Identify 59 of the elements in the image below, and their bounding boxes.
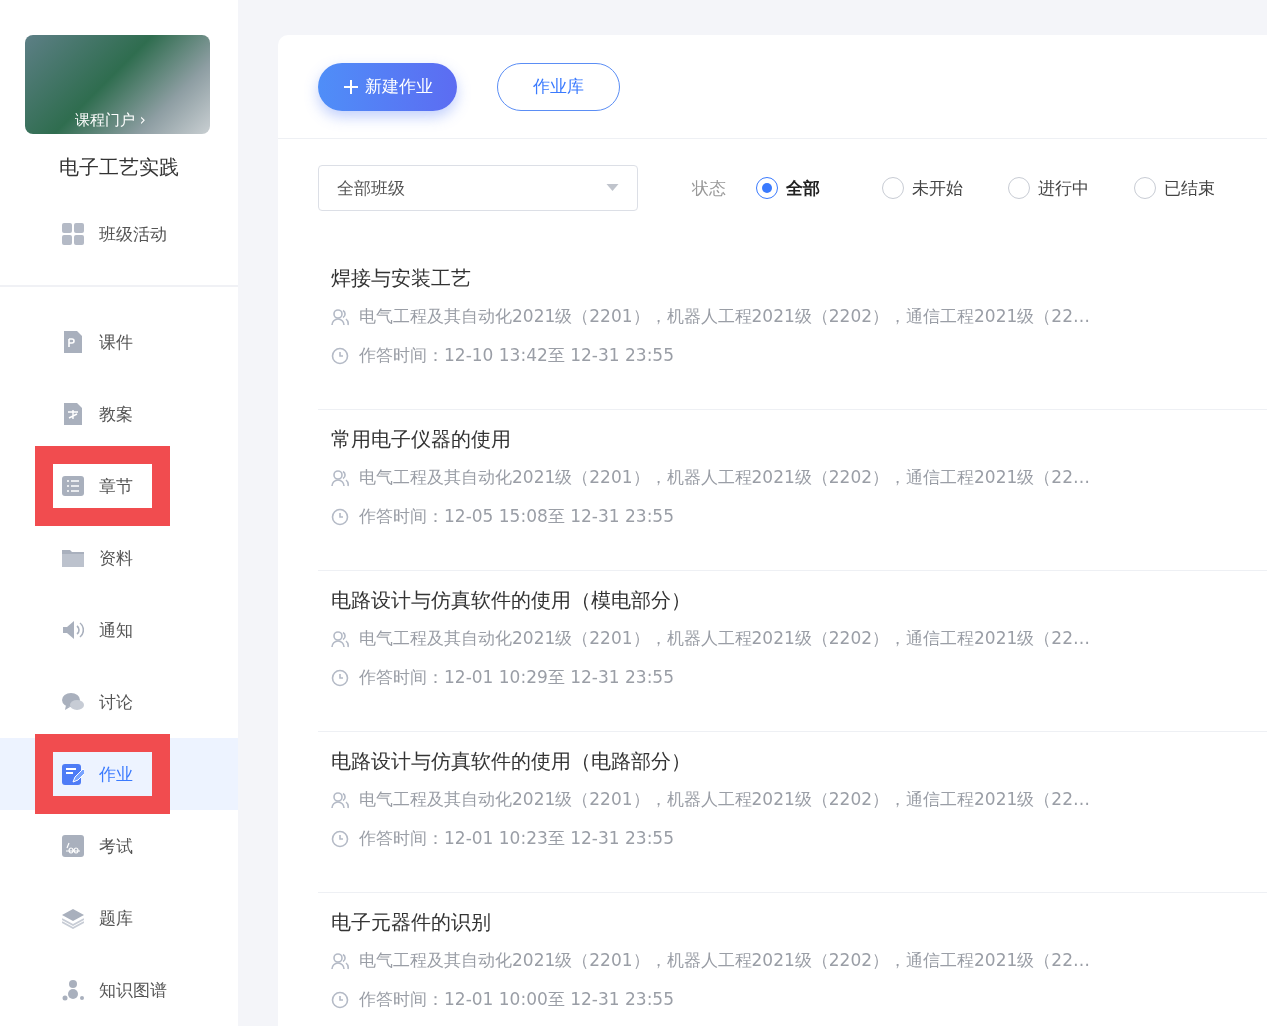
class-list: 电气工程及其自动化2021级（2201），机器人工程2021级（2202），通信工程2021级（22…: [359, 788, 1090, 811]
assignment-title[interactable]: 电路设计与仿真软件的使用（模电部分）: [331, 581, 1267, 619]
sidebar-item[interactable]: 章节: [0, 450, 238, 522]
document-icon: [62, 403, 84, 425]
assignment-title[interactable]: 电路设计与仿真软件的使用（电路部分）: [331, 742, 1267, 780]
course-cover-photo[interactable]: 课程门户 ›: [25, 35, 210, 134]
sidebar-item[interactable]: 讨论: [0, 666, 238, 738]
people-icon: [331, 307, 349, 326]
course-title: 电子工艺实践: [58, 153, 180, 181]
course-portal-link[interactable]: 课程门户 ›: [75, 110, 146, 130]
score-sheet-icon: [62, 835, 84, 857]
document-icon: [62, 331, 84, 353]
sidebar-item[interactable]: 班级活动: [0, 210, 238, 258]
class-list: 电气工程及其自动化2021级（2201），机器人工程2021级（2202），通信工程2021级（22…: [359, 949, 1090, 972]
sidebar-item[interactable]: 考试: [0, 810, 238, 882]
assignment-title[interactable]: 电子元器件的识别: [331, 903, 1267, 941]
answer-time: 作答时间：12-10 13:42至 12-31 23:55: [359, 344, 674, 367]
assignment-title[interactable]: 常用电子仪器的使用: [331, 420, 1267, 458]
class-list: 电气工程及其自动化2021级（2201），机器人工程2021级（2202），通信工程2021级（22…: [359, 466, 1090, 489]
answer-time: 作答时间：12-05 15:08至 12-31 23:55: [359, 505, 674, 528]
class-list: 电气工程及其自动化2021级（2201），机器人工程2021级（2202），通信工程2021级（22…: [359, 627, 1090, 650]
folder-icon: [62, 547, 84, 569]
people-icon: [331, 629, 349, 648]
plus-icon: [342, 78, 359, 95]
pencil-note-icon: [62, 763, 84, 785]
clock-icon: [331, 990, 349, 1009]
status-radio[interactable]: 未开始: [882, 176, 1008, 200]
people-icon: [331, 951, 349, 970]
caret-icon: [606, 184, 619, 192]
answer-time: 作答时间：12-01 10:00至 12-31 23:55: [359, 988, 674, 1011]
sidebar-item[interactable]: 教案: [0, 378, 238, 450]
status-radio[interactable]: 已结束: [1134, 176, 1260, 200]
clock-icon: [331, 346, 349, 365]
sidebar-item[interactable]: 资料: [0, 522, 238, 594]
new-assignment-button[interactable]: 新建作业: [318, 62, 457, 111]
assignment-title[interactable]: 焊接与安装工艺: [331, 259, 1267, 297]
chat-bubble-icon: [62, 691, 84, 713]
sidebar-item[interactable]: 题库: [0, 882, 238, 954]
answer-time: 作答时间：12-01 10:29至 12-31 23:55: [359, 666, 674, 689]
status-label: 状态: [692, 176, 726, 200]
assignment-library-button[interactable]: 作业库: [497, 62, 620, 111]
sidebar-item[interactable]: 知识图谱: [0, 954, 238, 1026]
sidebar-item[interactable]: 课件: [0, 306, 238, 378]
clock-icon: [331, 668, 349, 687]
clock-icon: [331, 507, 349, 526]
list-icon: [62, 475, 84, 497]
status-radio[interactable]: 全部: [756, 176, 882, 200]
answer-time: 作答时间：12-01 10:23至 12-31 23:55: [359, 827, 674, 850]
class-list: 电气工程及其自动化2021级（2201），机器人工程2021级（2202），通信工程2021级（22…: [359, 305, 1090, 328]
people-icon: [331, 468, 349, 487]
sidebar-item[interactable]: 通知: [0, 594, 238, 666]
clock-icon: [331, 829, 349, 848]
grid-icon: [62, 223, 84, 245]
layers-icon: [62, 907, 84, 929]
people-icon: [331, 790, 349, 809]
status-radio[interactable]: 进行中: [1008, 176, 1134, 200]
speaker-icon: [62, 619, 84, 641]
nodes-icon: [62, 979, 84, 1001]
class-select[interactable]: 全部班级: [318, 165, 638, 211]
